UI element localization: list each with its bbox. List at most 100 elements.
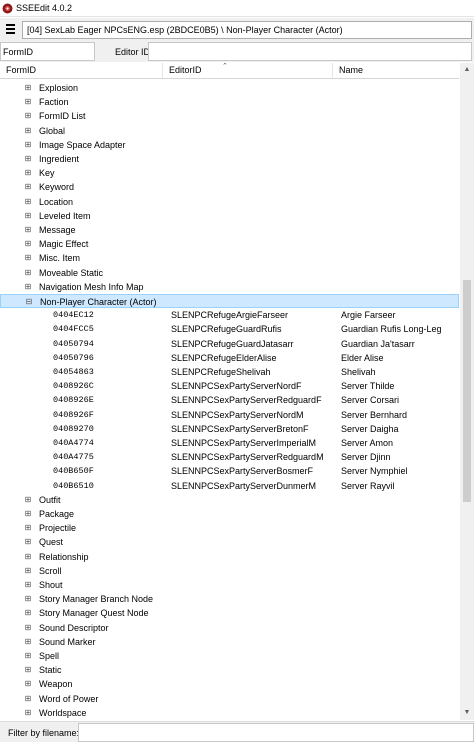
tree-group-label: Story Manager Branch Node xyxy=(39,594,154,605)
expand-icon[interactable]: ⊞ xyxy=(24,538,32,546)
expand-icon[interactable]: ⊞ xyxy=(24,666,32,674)
tree-group-row[interactable]: ⊞ Sound Marker xyxy=(0,635,459,649)
record-row[interactable]: 040A4774 SLENNPCSexPartyServerImperialM Se… xyxy=(0,436,459,450)
expand-icon[interactable]: ⊞ xyxy=(24,282,32,291)
tree-group-row[interactable]: ⊞ Shout xyxy=(0,578,459,592)
record-row[interactable]: 04050796 SLENPCRefugeElderAlise Elder Alis… xyxy=(0,351,459,365)
tree-group-label: Package xyxy=(39,509,75,519)
filename-filter-input[interactable] xyxy=(78,723,474,742)
tree-group-row[interactable]: ⊞ Spell xyxy=(0,649,459,663)
tree-group-row[interactable]: ⊞ Weapon xyxy=(0,677,459,691)
expand-icon[interactable]: ⊞ xyxy=(24,495,32,504)
hamburger-icon[interactable] xyxy=(5,24,16,35)
tree-group-row[interactable]: ⊞ Outfit xyxy=(0,493,459,507)
vertical-scrollbar[interactable]: ▲ ▼ xyxy=(460,63,474,720)
record-row[interactable]: 04050794 SLENPCRefugeGuardJatasarr Guardia… xyxy=(0,337,459,351)
expand-icon[interactable]: ⊞ xyxy=(24,126,32,135)
tree-group-label: Faction xyxy=(39,97,69,108)
tree-group-row[interactable]: ⊞ Package xyxy=(0,507,459,521)
expand-icon[interactable]: ⊞ xyxy=(24,155,32,163)
record-row[interactable]: 0408926C SLENNPCSexPartyServerNordF Server… xyxy=(0,379,459,393)
record-tree[interactable]: ⊞ Explosion ⊞ Faction ⊞ FormID List ⊞ Global ⊞ Im… xyxy=(0,80,459,720)
tree-group-row[interactable]: ⊞ Moveable Static xyxy=(0,266,459,280)
scroll-down-icon[interactable]: ▼ xyxy=(460,706,474,720)
scroll-thumb[interactable] xyxy=(463,280,471,502)
record-row[interactable]: 04089270 SLENNPCSexPartyServerBretonF Serv… xyxy=(0,422,459,436)
record-row[interactable]: 0408926F SLENNPCSexPartyServerNordM Server… xyxy=(0,408,459,422)
expand-icon[interactable]: ⊞ xyxy=(24,226,32,234)
expand-icon[interactable]: ⊞ xyxy=(24,694,32,703)
expand-icon[interactable]: ⊞ xyxy=(24,609,32,617)
tree-group-row[interactable]: ⊞ Misc. Item xyxy=(0,251,459,265)
expand-icon[interactable]: ⊞ xyxy=(24,652,32,660)
record-row[interactable]: 0404FCC5 SLENPCRefugeGuardRufis Guardian R… xyxy=(0,322,459,336)
tree-group-row[interactable]: ⊞ FormID List xyxy=(0,109,459,123)
expand-icon[interactable]: ⊞ xyxy=(24,169,32,177)
expand-icon[interactable]: ⊞ xyxy=(24,510,32,518)
expand-icon[interactable]: ⊞ xyxy=(24,240,32,248)
tree-group-row[interactable]: ⊞ Static xyxy=(0,663,459,677)
editorid-filter-input[interactable] xyxy=(148,42,472,61)
record-path-field[interactable]: [04] SexLab Eager NPCsENG.esp (2BDCE0B5)… xyxy=(22,21,472,39)
tree-group-row[interactable]: ⊞ Ingredient xyxy=(0,152,459,166)
collapse-icon[interactable]: ⊟ xyxy=(25,298,33,306)
tree-group-label: Explosion xyxy=(39,83,79,93)
record-row[interactable]: 0408926E SLENNPCSexPartyServerRedguardF Se… xyxy=(0,393,459,407)
tree-group-row[interactable]: ⊞ Worldspace xyxy=(0,706,459,720)
tree-group-row[interactable]: ⊞ Image Space Adapter xyxy=(0,138,459,152)
expand-icon[interactable]: ⊞ xyxy=(24,708,32,717)
tree-group-row[interactable]: ⊞ Key xyxy=(0,166,459,180)
tree-group-row[interactable]: ⊞ Story Manager Quest Node xyxy=(0,606,459,620)
expand-icon[interactable]: ⊞ xyxy=(24,680,32,688)
tree-group-row[interactable]: ⊟ Non-Player Character (Actor) xyxy=(0,294,459,308)
column-header-name[interactable]: Name xyxy=(333,63,459,78)
expand-icon[interactable]: ⊞ xyxy=(24,581,32,589)
expand-icon[interactable]: ⊞ xyxy=(24,197,32,206)
expand-icon[interactable]: ⊞ xyxy=(24,140,32,149)
scroll-up-icon[interactable]: ▲ xyxy=(460,63,474,77)
tree-group-row[interactable]: ⊞ Location xyxy=(0,195,459,209)
expand-icon[interactable]: ⊞ xyxy=(24,566,32,575)
tree-group-row[interactable]: ⊞ Keyword xyxy=(0,180,459,194)
tree-group-row[interactable]: ⊞ Scroll xyxy=(0,564,459,578)
tree-group-row[interactable]: ⊞ Word of Power xyxy=(0,692,459,706)
tree-group-row[interactable]: ⊞ Quest xyxy=(0,535,459,549)
tree-group-row[interactable]: ⊞ Explosion xyxy=(0,81,459,95)
tree-group-label: Scroll xyxy=(39,565,62,576)
expand-icon[interactable]: ⊞ xyxy=(24,595,32,603)
expand-icon[interactable]: ⊞ xyxy=(24,183,32,191)
tree-group-row[interactable]: ⊞ Story Manager Branch Node xyxy=(0,592,459,606)
tree-group-row[interactable]: ⊞ Faction xyxy=(0,95,459,109)
tree-group-row[interactable]: ⊞ Magic Effect xyxy=(0,237,459,251)
expand-icon[interactable]: ⊞ xyxy=(24,254,32,262)
record-formid-cell: 040A4774 xyxy=(53,438,94,448)
record-row[interactable]: 040B6510 SLENNPCSexPartyServerDunmerM Serv… xyxy=(0,479,459,493)
tree-group-row[interactable]: ⊞ Projectile xyxy=(0,521,459,535)
tree-group-label: Misc. Item xyxy=(39,253,81,264)
expand-icon[interactable]: ⊞ xyxy=(24,524,32,532)
tree-group-row[interactable]: ⊞ Relationship xyxy=(0,550,459,564)
record-row[interactable]: 040A4775 SLENNPCSexPartyServerRedguardM Se… xyxy=(0,450,459,464)
tree-group-label: Magic Effect xyxy=(39,239,89,250)
expand-icon[interactable]: ⊞ xyxy=(24,84,32,92)
tree-group-row[interactable]: ⊞ Navigation Mesh Info Map xyxy=(0,280,459,294)
column-header-editorid[interactable]: EditorID xyxy=(163,63,333,78)
expand-icon[interactable]: ⊞ xyxy=(24,623,32,632)
record-row[interactable]: 0404EC12 SLENPCRefugeArgieFarseer Argie Fa… xyxy=(0,308,459,322)
record-row[interactable]: 040B650F SLENNPCSexPartyServerBosmerF Serv… xyxy=(0,464,459,478)
expand-icon[interactable]: ⊞ xyxy=(24,98,32,106)
tree-group-row[interactable]: ⊞ Global xyxy=(0,124,459,138)
tree-group-label: Location xyxy=(39,196,74,207)
tree-group-row[interactable]: ⊞ Sound Descriptor xyxy=(0,621,459,635)
tree-group-row[interactable]: ⊞ Message xyxy=(0,223,459,237)
tree-group-row[interactable]: ⊞ Leveled Item xyxy=(0,209,459,223)
column-header-formid[interactable]: FormID xyxy=(0,63,163,78)
record-editorid-cell: SLENPCRefugeArgieFarseer xyxy=(171,310,289,321)
expand-icon[interactable]: ⊞ xyxy=(24,637,32,646)
expand-icon[interactable]: ⊞ xyxy=(24,268,32,277)
record-row[interactable]: 04054863 SLENPCRefugeShelivah Shelivah xyxy=(0,365,459,379)
expand-icon[interactable]: ⊞ xyxy=(24,112,32,120)
tree-group-label: Static xyxy=(39,665,62,676)
expand-icon[interactable]: ⊞ xyxy=(24,552,32,561)
expand-icon[interactable]: ⊞ xyxy=(24,211,32,220)
